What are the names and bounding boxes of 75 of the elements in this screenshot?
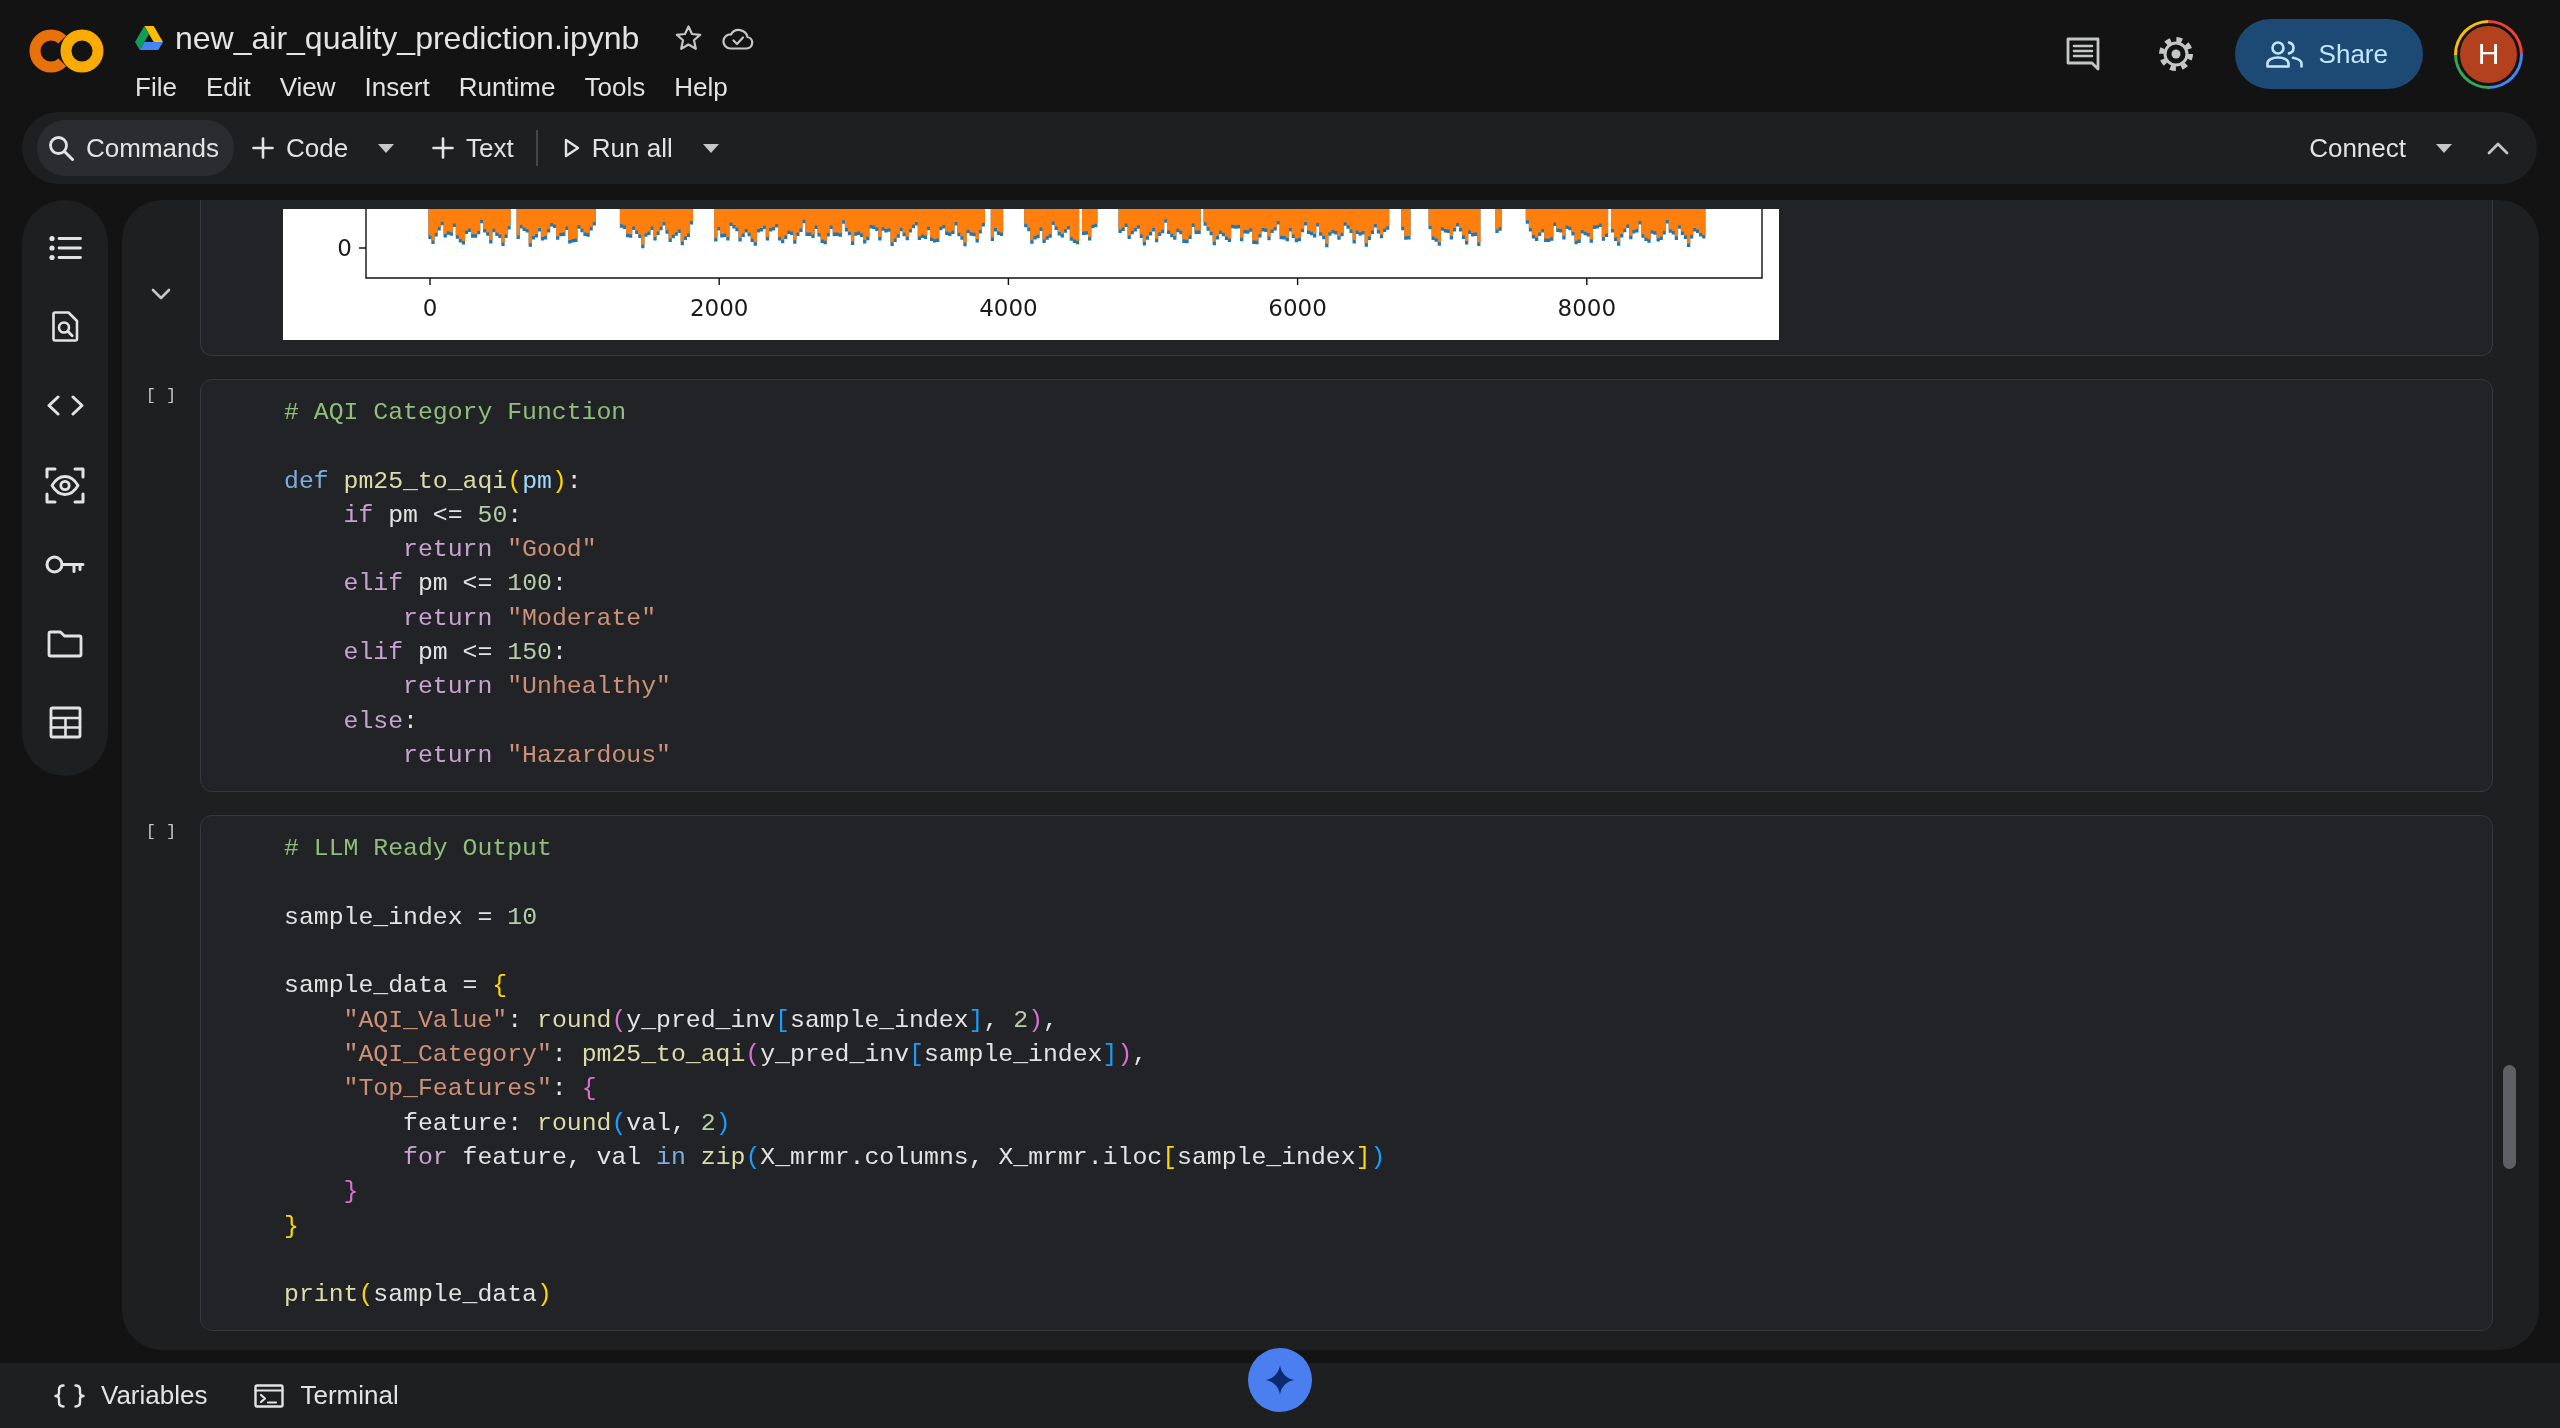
code-line: else: bbox=[343, 706, 418, 735]
cell-prompt: [ ] bbox=[145, 822, 177, 843]
plus-icon bbox=[251, 137, 274, 159]
code-line: return "Hazardous" bbox=[403, 740, 671, 769]
share-button[interactable]: Share bbox=[2234, 19, 2423, 89]
code-line: feature: round(val, 2) bbox=[403, 1108, 731, 1137]
add-text-button[interactable]: Text bbox=[432, 120, 514, 176]
code-cell[interactable] bbox=[200, 815, 2493, 1332]
menu-item[interactable]: Edit bbox=[205, 70, 251, 104]
code-line: elif pm <= 150: bbox=[343, 638, 567, 667]
code-line: return "Unhealthy" bbox=[403, 672, 671, 701]
commands-button[interactable]: Commands bbox=[37, 120, 234, 176]
table-icon[interactable] bbox=[48, 706, 82, 740]
axis-tick-label: 6000 bbox=[1268, 295, 1327, 321]
axis-tick-label: 0 bbox=[337, 235, 352, 261]
caret-icon[interactable] bbox=[378, 143, 395, 153]
code-line: "Top_Features": { bbox=[343, 1074, 597, 1103]
list-icon[interactable] bbox=[48, 234, 82, 261]
star-icon[interactable] bbox=[675, 25, 703, 51]
terminal-icon bbox=[254, 1383, 285, 1408]
cell-prompt: [ ] bbox=[145, 386, 177, 406]
settings-icon[interactable] bbox=[2157, 36, 2194, 72]
axis-tick-label: 0 bbox=[422, 295, 438, 321]
add-code-button[interactable]: Code bbox=[251, 120, 349, 176]
chevron-up-icon[interactable] bbox=[2487, 141, 2509, 155]
code-line: # AQI Category Function bbox=[284, 398, 627, 426]
menu-item[interactable]: Runtime bbox=[458, 70, 556, 104]
axis-tick-label: 2000 bbox=[689, 295, 749, 321]
code-icon[interactable] bbox=[46, 395, 84, 417]
comment-icon[interactable] bbox=[2064, 36, 2101, 72]
menu-item[interactable]: File bbox=[135, 70, 177, 104]
search-icon bbox=[48, 135, 74, 161]
triangle-icon bbox=[135, 26, 163, 50]
code-line: "AQI_Value": round(y_pred_inv[sample_index], 2), bbox=[343, 1005, 1058, 1034]
code-line: print(sample_data) bbox=[284, 1280, 552, 1309]
code-line: } bbox=[343, 1177, 359, 1206]
sparkle-icon bbox=[1265, 1365, 1295, 1395]
avatar[interactable]: H bbox=[2454, 19, 2523, 89]
terminal-button[interactable]: Terminal bbox=[254, 1380, 399, 1411]
folder-icon[interactable] bbox=[47, 629, 83, 658]
cloud-check-icon[interactable] bbox=[722, 26, 755, 50]
axis-tick-label: 8000 bbox=[1557, 295, 1617, 321]
code-line: elif pm <= 100: bbox=[343, 569, 567, 598]
code-line: if pm <= 50: bbox=[343, 500, 523, 529]
code-cell[interactable]: # AQI Category Function def pm25_to_aqi(pm): if pm <= 50: return "Good" elif pm <= 100: return "Moderate" elif pm <= 150: return "Unhealthy" else: return "Hazardous" bbox=[200, 379, 2493, 793]
people-icon bbox=[2265, 40, 2303, 68]
notebook-title[interactable]: new_air_quality_prediction.ipynb bbox=[175, 18, 640, 58]
code-line: sample_data = { bbox=[284, 971, 508, 1000]
chevron-down-icon[interactable] bbox=[151, 288, 171, 300]
variables-button[interactable]: Variables bbox=[54, 1380, 208, 1411]
menu-item[interactable]: View bbox=[279, 70, 336, 104]
code-line: return "Moderate" bbox=[403, 603, 657, 632]
key-icon[interactable] bbox=[45, 553, 85, 575]
logo-icon[interactable] bbox=[29, 27, 104, 75]
caret-icon[interactable] bbox=[2436, 143, 2452, 153]
code-line: sample_index = 10 bbox=[284, 902, 537, 931]
document-search-icon[interactable] bbox=[51, 311, 79, 343]
run-all-button[interactable]: Run all bbox=[563, 120, 673, 176]
code-line: } bbox=[284, 1211, 299, 1240]
code-line: return "Good" bbox=[403, 535, 597, 564]
plus-icon bbox=[432, 137, 455, 159]
caret-icon[interactable] bbox=[702, 143, 719, 153]
scrollbar-thumb[interactable] bbox=[2503, 1065, 2516, 1169]
axis-tick-label: 4000 bbox=[979, 295, 1038, 321]
menu-item[interactable]: Help bbox=[674, 70, 728, 104]
code-line: "AQI_Category": pm25_to_aqi(y_pred_inv[sample_index]), bbox=[343, 1040, 1148, 1069]
code-line: # LLM Ready Output bbox=[284, 834, 552, 863]
menu-item[interactable]: Tools bbox=[584, 70, 646, 104]
braces-icon bbox=[54, 1383, 85, 1408]
code-line: def pm25_to_aqi(pm): bbox=[284, 466, 582, 495]
code-line: for feature, val in zip(X_mrmr.columns, X_mrmr.iloc[sample_index]) bbox=[403, 1142, 1386, 1171]
eye-icon[interactable] bbox=[45, 466, 85, 504]
connect-button[interactable]: Connect bbox=[2309, 132, 2406, 164]
play-icon bbox=[563, 138, 580, 158]
menu-item[interactable]: Insert bbox=[364, 70, 430, 104]
